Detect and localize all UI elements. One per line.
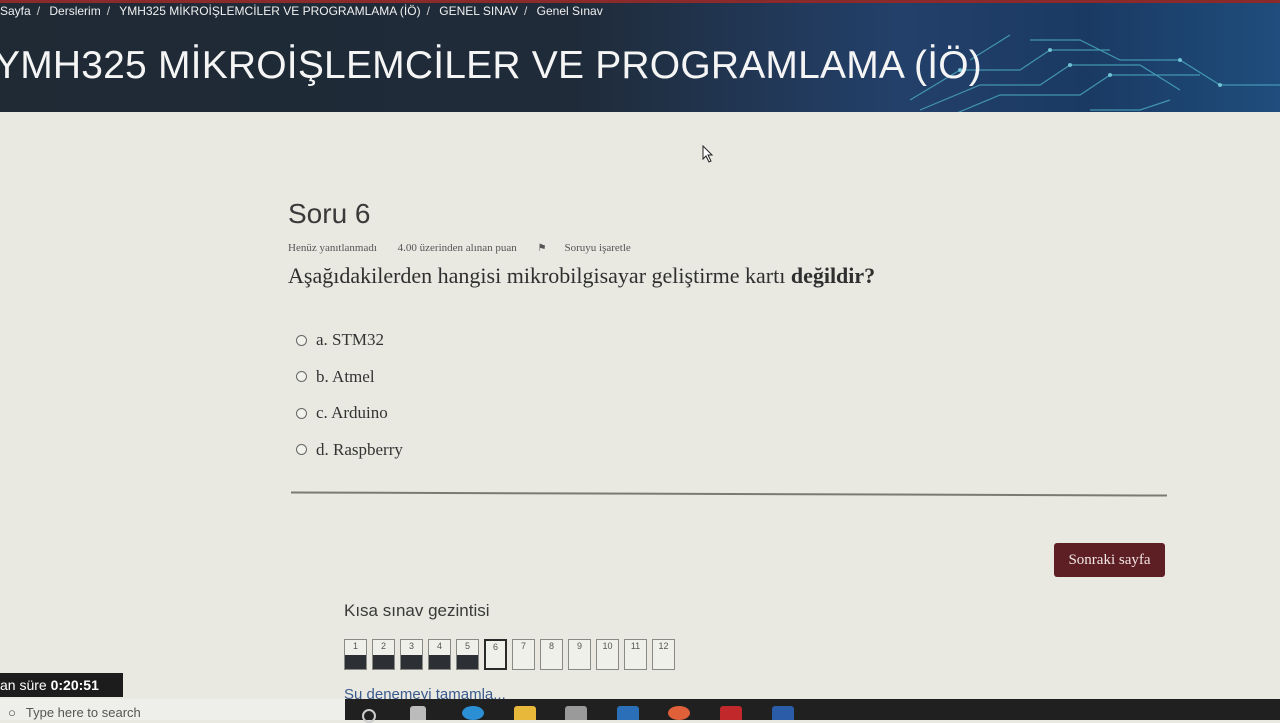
quiz-nav-button-7[interactable]: 7 (512, 639, 535, 670)
question-meta: Henüz yanıtlanmadı 4.00 üzerinden alınan… (288, 242, 667, 254)
quiz-nav-button-12[interactable]: 12 (652, 639, 675, 670)
mail-icon[interactable] (617, 706, 639, 720)
taskbar-search[interactable]: ○ Type here to search (0, 699, 345, 720)
quiz-nav-button-10[interactable]: 10 (596, 639, 619, 670)
quiz-nav-number: 6 (492, 642, 498, 652)
breadcrumb-section[interactable]: GENEL SINAV (439, 4, 518, 18)
search-placeholder: Type here to search (25, 705, 141, 720)
page-title: YMH325 MİKROİŞLEMCİLER VE PROGRAMLAMA (İ… (0, 44, 982, 87)
question-text-bold: değildir? (790, 263, 876, 288)
breadcrumb-courses[interactable]: Derslerim (49, 4, 100, 18)
answer-label: c. Arduino (316, 403, 388, 423)
quiz-nav-button-11[interactable]: 11 (624, 639, 647, 670)
quiz-nav-number: 5 (464, 641, 470, 651)
breadcrumb-home[interactable]: Sayfa (0, 4, 31, 18)
divider (291, 491, 1167, 497)
quiz-nav-number: 7 (520, 641, 526, 651)
radio-button[interactable] (296, 407, 307, 419)
quiz-nav-button-1[interactable]: 1 (344, 639, 367, 670)
breadcrumb-course[interactable]: YMH325 MİKROİŞLEMCİLER VE PROGRAMLAMA (İ… (119, 4, 420, 18)
answer-option-d[interactable]: d. Raspberry (296, 432, 403, 469)
answer-option-a[interactable]: a. STM32 (296, 322, 403, 359)
quiz-nav-number: 10 (602, 641, 613, 651)
breadcrumb-exam[interactable]: Genel Sınav (537, 4, 603, 18)
radio-button[interactable] (296, 334, 307, 346)
question-text-plain: Aşağıdakilerden hangisi mikrobilgisayar … (288, 263, 786, 288)
quiz-nav-number: 3 (408, 641, 414, 651)
quiz-nav-number: 4 (436, 641, 442, 651)
app-icon[interactable] (720, 706, 742, 720)
word-icon[interactable] (772, 706, 794, 720)
flag-icon: ⚑ (537, 243, 547, 254)
course-header: Sayfa / Derslerim / YMH325 MİKROİŞLEMCİLER… (0, 0, 1280, 112)
question-text: Aşağıdakilerden hangisi mikrobilgisayar … (288, 263, 875, 289)
search-icon: ○ (8, 705, 16, 720)
answer-option-b[interactable]: b. Atmel (296, 359, 403, 396)
file-explorer-icon[interactable] (514, 706, 536, 720)
question-title: Soru 6 (288, 198, 371, 229)
quiz-nav-button-4[interactable]: 4 (428, 639, 451, 670)
taskbar-apps (345, 699, 1280, 720)
time-remaining: an süre 0:20:51 (0, 673, 123, 697)
question-points: 4.00 üzerinden alınan puan (397, 242, 517, 254)
task-view-icon[interactable] (410, 706, 426, 720)
quiz-nav-button-5[interactable]: 5 (456, 639, 479, 670)
radio-button[interactable] (296, 444, 307, 456)
edge-browser-icon[interactable] (462, 706, 484, 720)
mouse-cursor-icon (702, 145, 714, 163)
answer-label: d. Raspberry (316, 439, 403, 459)
quiz-navigation-title: Kısa sınav gezintisi (344, 601, 490, 620)
quiz-nav-button-2[interactable]: 2 (372, 639, 395, 670)
flag-question-link[interactable]: ⚑ Soruyu işaretle (538, 242, 649, 254)
quiz-nav-number: 12 (658, 641, 669, 651)
quiz-nav-button-3[interactable]: 3 (400, 639, 423, 670)
question-status: Henüz yanıtlanmadı (288, 242, 377, 254)
answer-option-c[interactable]: c. Arduino (296, 395, 403, 432)
timer-label: an süre (0, 677, 47, 693)
quiz-nav-button-6[interactable]: 6 (484, 639, 507, 670)
next-page-button[interactable]: Sonraki sayfa (1054, 543, 1165, 577)
answer-label: b. Atmel (316, 366, 375, 386)
radio-button[interactable] (296, 371, 307, 383)
cortana-icon[interactable] (362, 709, 376, 723)
top-accent-bar (0, 0, 1280, 3)
store-icon[interactable] (565, 706, 587, 720)
quiz-nav-number: 2 (380, 641, 386, 651)
quiz-nav-button-9[interactable]: 9 (568, 639, 591, 670)
breadcrumb: Sayfa / Derslerim / YMH325 MİKROİŞLEMCİLER… (0, 4, 603, 18)
quiz-navigation-grid: 1 2 3 4 5 6 7 8 9 10 11 12 (344, 639, 675, 670)
timer-value: 0:20:51 (50, 677, 99, 693)
quiz-nav-number: 8 (548, 641, 554, 651)
quiz-nav-number: 1 (352, 641, 358, 651)
answer-list: a. STM32 b. Atmel c. Arduino d. Raspberr… (296, 322, 403, 468)
firefox-icon[interactable] (668, 706, 690, 720)
flag-question-label: Soruyu işaretle (564, 242, 631, 254)
quiz-nav-number: 11 (630, 641, 641, 651)
quiz-nav-number: 9 (576, 641, 582, 651)
quiz-nav-button-8[interactable]: 8 (540, 639, 563, 670)
answer-label: a. STM32 (316, 330, 384, 350)
